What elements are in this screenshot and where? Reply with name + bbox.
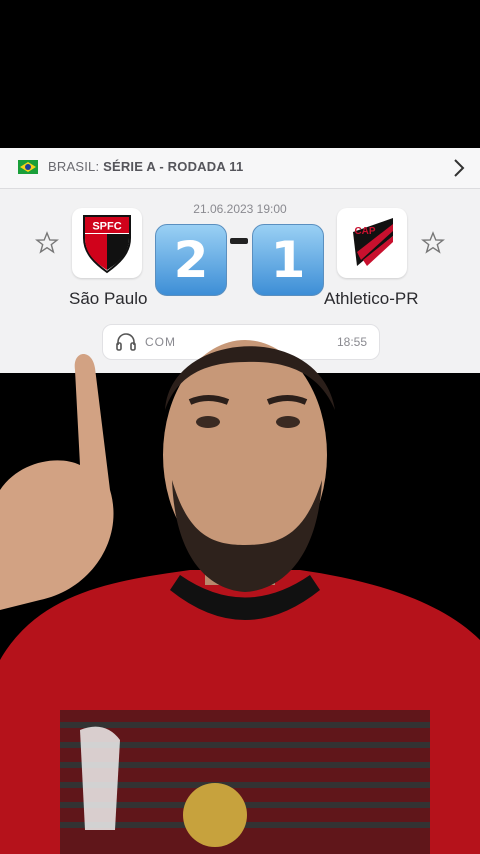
chevron-right-icon[interactable] (452, 157, 466, 179)
league-header[interactable]: BRASIL: SÉRIE A - RODADA 11 (0, 148, 480, 189)
home-score: 2 (155, 224, 227, 296)
presenter-video (0, 340, 480, 854)
league-title: BRASIL: SÉRIE A - RODADA 11 (48, 159, 243, 174)
away-logo-text: CAP (354, 226, 375, 237)
score-separator (230, 238, 248, 244)
favorite-home-star-icon[interactable] (35, 231, 59, 255)
spfc-crest-icon: SPFC (83, 215, 131, 274)
away-team-logo[interactable]: CAP (337, 208, 407, 278)
away-score: 1 (252, 224, 324, 296)
cap-crest-icon: CAP (353, 218, 393, 266)
home-team-logo[interactable]: SPFC (72, 208, 142, 278)
brazil-flag-icon (18, 160, 38, 174)
league-country: BRASIL: (48, 159, 100, 174)
league-competition: SÉRIE A - RODADA 11 (103, 159, 244, 174)
favorite-away-star-icon[interactable] (421, 231, 445, 255)
home-logo-text: SPFC (92, 221, 121, 233)
top-black-area (0, 0, 480, 148)
